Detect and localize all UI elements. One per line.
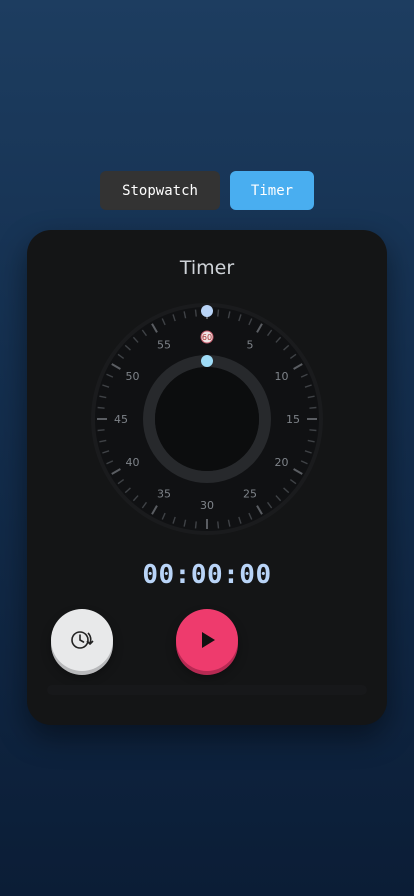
- dial-tick: [309, 429, 317, 432]
- mode-switch: Stopwatch Timer: [100, 171, 314, 210]
- dial-label: 35: [157, 487, 171, 500]
- dial-tick: [97, 406, 105, 409]
- play-button[interactable]: [176, 609, 238, 671]
- dial-label: 50: [126, 370, 140, 383]
- dial-label: 40: [126, 456, 140, 469]
- timer-dial[interactable]: 5 10 15 20 25 30 35 40 45 50 55 60: [90, 302, 324, 536]
- dial-label: 30: [200, 499, 214, 512]
- preset-button[interactable]: [51, 609, 113, 671]
- dial-tick: [217, 309, 220, 317]
- dial-center: [155, 367, 259, 471]
- dial-tick: [194, 309, 197, 317]
- dial-tick: [97, 429, 105, 432]
- dial-label: 45: [114, 413, 128, 426]
- clock-refresh-icon: [71, 631, 94, 649]
- dial-tick: [217, 521, 220, 529]
- dial-label: 20: [274, 456, 288, 469]
- inner-handle[interactable]: [201, 355, 213, 367]
- stopwatch-tab[interactable]: Stopwatch: [100, 171, 220, 210]
- card-title: Timer: [179, 257, 235, 279]
- dial-label: 55: [157, 339, 171, 352]
- dial-label: 15: [286, 413, 300, 426]
- zero-marker-label: 60: [202, 333, 212, 342]
- dial-label: 25: [243, 487, 257, 500]
- dial-label: 10: [274, 370, 288, 383]
- play-icon: [202, 632, 215, 648]
- bottom-bar: [47, 685, 367, 695]
- outer-handle[interactable]: [201, 305, 213, 317]
- dial-tick: [194, 521, 197, 529]
- timer-tab[interactable]: Timer: [230, 171, 314, 210]
- dial-label: 5: [247, 339, 254, 352]
- dial-svg[interactable]: 5 10 15 20 25 30 35 40 45 50 55 60: [90, 302, 324, 536]
- dial-tick: [309, 406, 317, 409]
- timer-card: Timer 5 10 15 20 25 30 35 40 45 50 55 60 00:00:00: [27, 230, 387, 725]
- time-display: 00:00:00: [142, 560, 272, 590]
